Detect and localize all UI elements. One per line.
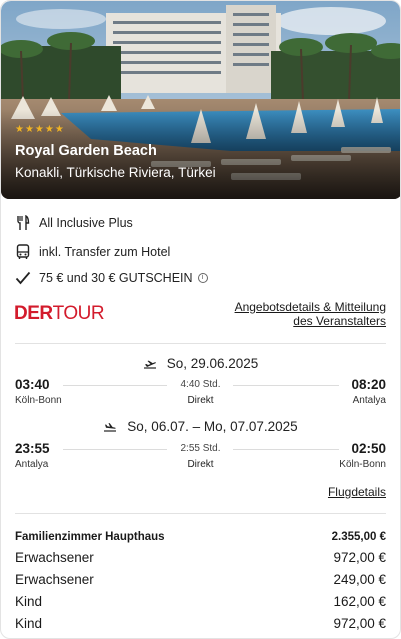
outbound-date-line: So, 29.06.2025 [1,356,400,371]
price-row-value: 162,00 € [333,594,386,609]
price-row-label: Kind [15,594,43,609]
offer-details-link[interactable]: Angebotsdetails & Mitteilung des Veranst… [235,300,386,328]
feature-transfer: inkl. Transfer zum Hotel [15,242,170,262]
feature-label: inkl. Transfer zum Hotel [39,245,171,259]
price-row-label: Erwachsener [15,550,94,565]
feature-board: All Inclusive Plus [15,213,133,233]
return-duration: 2:55 Std. [180,443,221,454]
price-row-value: 972,00 € [333,616,386,631]
flight-details-link[interactable]: Flugdetails [328,485,386,499]
price-row: Kind 162,00 € [15,594,386,609]
bus-icon [15,244,31,260]
feature-label: All Inclusive Plus [39,216,133,230]
room-row: Familienzimmer Haupthaus 2.355,00 € [15,531,386,543]
return-line-right [233,449,339,450]
checkmark-icon [15,270,31,286]
operator-logo: DERTOUR [14,303,105,325]
price-row-label: Erwachsener [15,572,94,587]
price-row-label: Kind [15,616,43,631]
offer-card: ★★★★★ Royal Garden Beach Konakli, Türkis… [0,0,401,639]
operator-logo-der: DER [14,303,53,324]
divider [15,343,386,344]
hotel-name[interactable]: Royal Garden Beach [15,143,157,159]
return-arrive-place: Köln-Bonn [339,459,386,470]
hotel-location: Konakli, Türkische Riviera, Türkei [15,165,216,180]
feature-voucher: 75 € und 30 € GUTSCHEIN i [15,268,208,288]
takeoff-icon [143,360,156,369]
price-row: Erwachsener 972,00 € [15,550,386,565]
room-total: 2.355,00 € [331,531,386,543]
price-row-value: 249,00 € [333,572,386,587]
return-date-line: So, 06.07. – Mo, 07.07.2025 [1,419,400,434]
outbound-duration: 4:40 Std. [180,379,221,390]
price-row: Erwachsener 249,00 € [15,572,386,587]
return-arrive-time: 02:50 [351,441,386,456]
operator-logo-tour: TOUR [52,303,105,324]
outbound-arrive-time: 08:20 [351,377,386,392]
price-row-value: 972,00 € [333,550,386,565]
outbound-type: Direkt [187,395,214,406]
outbound-line-right [233,385,339,386]
price-row: Kind 972,00 € [15,616,386,631]
outbound-date: So, 29.06.2025 [166,356,259,371]
info-icon[interactable]: i [197,273,208,283]
offer-details-link-line1[interactable]: Angebotsdetails & Mitteilung [235,300,386,314]
landing-icon [104,422,117,432]
divider [15,513,386,514]
return-date: So, 06.07. – Mo, 07.07.2025 [127,419,298,434]
cutlery-icon [15,215,31,231]
hotel-photo[interactable]: ★★★★★ Royal Garden Beach Konakli, Türkis… [1,1,400,199]
star-rating: ★★★★★ [15,124,65,135]
outbound-arrive-place: Antalya [352,395,386,406]
room-label: Familienzimmer Haupthaus [15,531,165,543]
offer-details-link-line2[interactable]: des Veranstalters [235,314,386,328]
feature-label: 75 € und 30 € GUTSCHEIN [39,271,193,285]
